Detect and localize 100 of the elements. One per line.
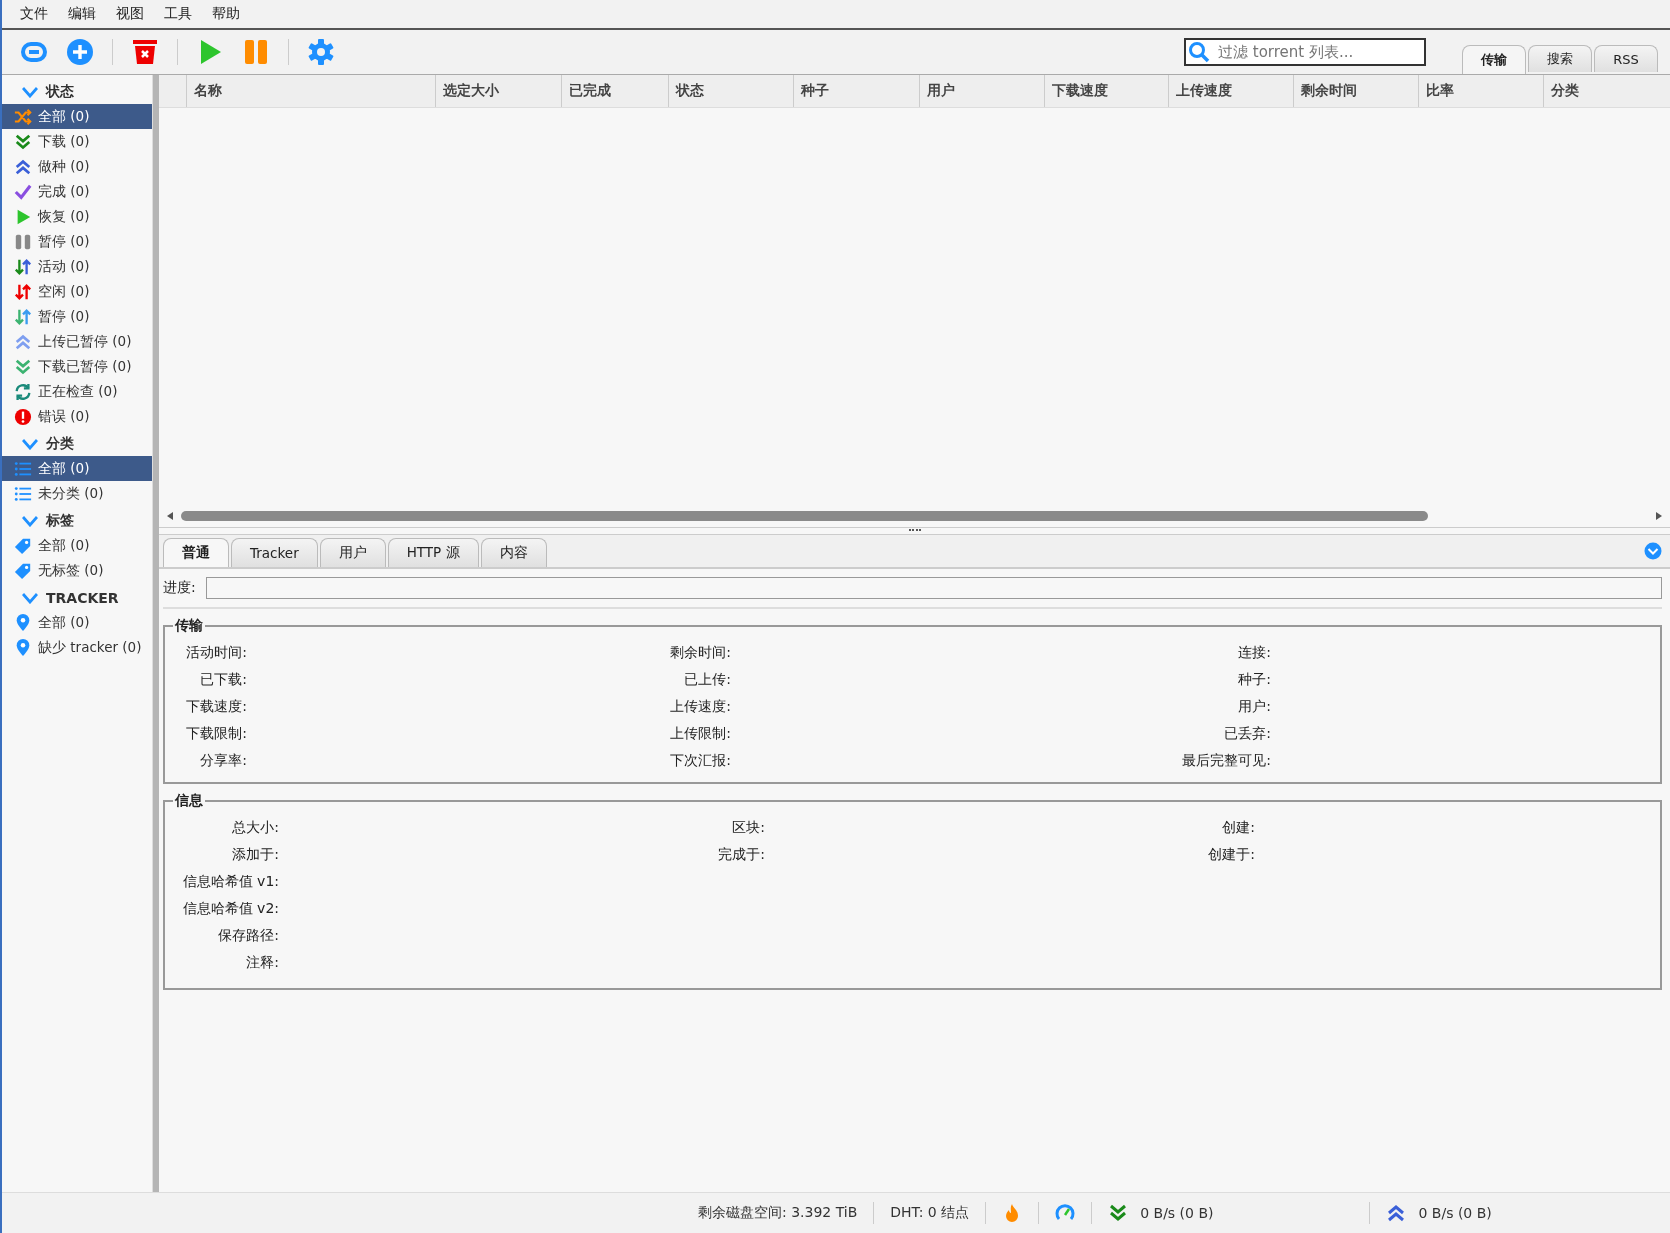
- menu-item[interactable]: 视图: [114, 5, 161, 23]
- filter-item[interactable]: 正在检查 (0): [2, 379, 152, 404]
- field-label: 区块:: [732, 818, 765, 837]
- delete-icon[interactable]: [131, 38, 159, 66]
- upload-speed: 0 B/s (0 B): [1418, 1205, 1492, 1221]
- field-label: 连接:: [1238, 643, 1271, 662]
- filter-item[interactable]: 无标签 (0): [2, 558, 152, 583]
- filter-item[interactable]: 完成 (0): [2, 179, 152, 204]
- filter-item[interactable]: 全部 (0): [2, 610, 152, 635]
- column-header[interactable]: 用户: [919, 75, 1044, 107]
- column-header[interactable]: 上传速度: [1168, 75, 1293, 107]
- download-icon: [1108, 1203, 1129, 1223]
- idle-icon: [14, 282, 32, 301]
- menu-item[interactable]: 文件: [18, 5, 65, 23]
- progress-label: 进度:: [163, 579, 196, 597]
- column-header[interactable]: 名称: [186, 75, 435, 107]
- stalled-icon: [14, 307, 32, 326]
- field-label: 上传限制:: [670, 724, 731, 743]
- field-label: 活动时间:: [186, 643, 247, 662]
- column-header[interactable]: 状态: [668, 75, 793, 107]
- section-title: TRACKER: [46, 590, 119, 606]
- filter-item[interactable]: 全部 (0): [2, 456, 152, 481]
- downpaused-icon: [14, 357, 32, 376]
- field-label: 已丢弃:: [1224, 724, 1271, 743]
- search-field[interactable]: 过滤 torrent 列表...: [1184, 38, 1426, 66]
- shuffle-icon: [14, 107, 32, 126]
- field-label: 信息哈希值 v1:: [182, 872, 279, 891]
- filter-item[interactable]: 下载已暂停 (0): [2, 354, 152, 379]
- menu-item[interactable]: 编辑: [66, 5, 113, 23]
- view-tab[interactable]: 传输: [1462, 45, 1526, 74]
- dht-text: DHT: 0 结点: [890, 1204, 970, 1222]
- detail-tab[interactable]: 用户: [319, 538, 386, 567]
- filter-item[interactable]: 活动 (0): [2, 254, 152, 279]
- field-label: 用户:: [1238, 697, 1271, 716]
- field-label: 下次汇报:: [670, 751, 731, 770]
- column-header[interactable]: 选定大小: [435, 75, 561, 107]
- scroll-left-icon[interactable]: [165, 511, 175, 521]
- section-title: 标签: [46, 512, 74, 530]
- add-icon[interactable]: [66, 38, 94, 66]
- chevron-icon[interactable]: [22, 86, 38, 98]
- scrollbar-thumb[interactable]: [181, 511, 1428, 521]
- checking-icon: [14, 382, 32, 401]
- chevron-icon[interactable]: [22, 438, 38, 450]
- uppaused-icon: [14, 332, 32, 351]
- field-label: 种子:: [1238, 670, 1271, 689]
- field-label: 上传速度:: [670, 697, 731, 716]
- menu-item[interactable]: 工具: [162, 5, 209, 23]
- error-icon: [14, 407, 32, 426]
- tag-icon: [14, 536, 32, 555]
- filter-item[interactable]: 下载 (0): [2, 129, 152, 154]
- filter-item[interactable]: 做种 (0): [2, 154, 152, 179]
- filter-item[interactable]: 未分类 (0): [2, 481, 152, 506]
- down-icon: [14, 132, 32, 151]
- chevron-icon[interactable]: [22, 592, 38, 604]
- detail-tab[interactable]: 内容: [480, 538, 547, 567]
- search-icon: [1188, 41, 1210, 63]
- splitter-handle[interactable]: [908, 528, 921, 534]
- field-label: 下载限制:: [186, 724, 247, 743]
- filter-item[interactable]: 全部 (0): [2, 533, 152, 558]
- detail-tab[interactable]: Tracker: [231, 538, 318, 567]
- filter-item[interactable]: 错误 (0): [2, 404, 152, 429]
- group-title: 传输: [174, 617, 204, 635]
- field-label: 创建:: [1222, 818, 1255, 837]
- list-icon: [14, 459, 32, 478]
- field-label: 添加于:: [232, 845, 279, 864]
- filter-item[interactable]: 缺少 tracker (0): [2, 635, 152, 660]
- field-label: 下载速度:: [186, 697, 247, 716]
- filter-item[interactable]: 恢复 (0): [2, 204, 152, 229]
- upload-icon: [1386, 1203, 1407, 1223]
- menu-item[interactable]: 帮助: [210, 5, 257, 23]
- filter-item[interactable]: 暂停 (0): [2, 304, 152, 329]
- column-header[interactable]: 比率: [1418, 75, 1543, 107]
- scroll-right-icon[interactable]: [1654, 511, 1664, 521]
- column-header[interactable]: 分类: [1543, 75, 1668, 107]
- field-label: 完成于:: [718, 845, 765, 864]
- section-title: 状态: [46, 83, 74, 101]
- view-tab[interactable]: RSS: [1594, 45, 1658, 72]
- column-header[interactable]: 已完成: [561, 75, 668, 107]
- view-tab[interactable]: 搜索: [1528, 45, 1592, 72]
- column-header[interactable]: 种子: [793, 75, 919, 107]
- tag-icon: [14, 561, 32, 580]
- filter-item[interactable]: 暂停 (0): [2, 229, 152, 254]
- up-icon: [14, 157, 32, 176]
- column-header[interactable]: 下载速度: [1044, 75, 1168, 107]
- pin-icon: [14, 613, 32, 632]
- group-title: 信息: [174, 792, 204, 810]
- pause-icon[interactable]: [242, 38, 270, 66]
- field-label: 已下载:: [200, 670, 247, 689]
- detail-tab[interactable]: 普通: [163, 538, 229, 567]
- collapse-icon[interactable]: [1644, 542, 1662, 560]
- active-icon: [14, 257, 32, 276]
- filter-item[interactable]: 空闲 (0): [2, 279, 152, 304]
- filter-item[interactable]: 全部 (0): [2, 104, 152, 129]
- chevron-icon[interactable]: [22, 515, 38, 527]
- column-header[interactable]: 剩余时间: [1293, 75, 1418, 107]
- settings-icon[interactable]: [307, 38, 335, 66]
- filter-item[interactable]: 上传已暂停 (0): [2, 329, 152, 354]
- download-speed: 0 B/s (0 B): [1140, 1205, 1214, 1221]
- list-icon: [14, 484, 32, 503]
- detail-tab[interactable]: HTTP 源: [387, 538, 479, 567]
